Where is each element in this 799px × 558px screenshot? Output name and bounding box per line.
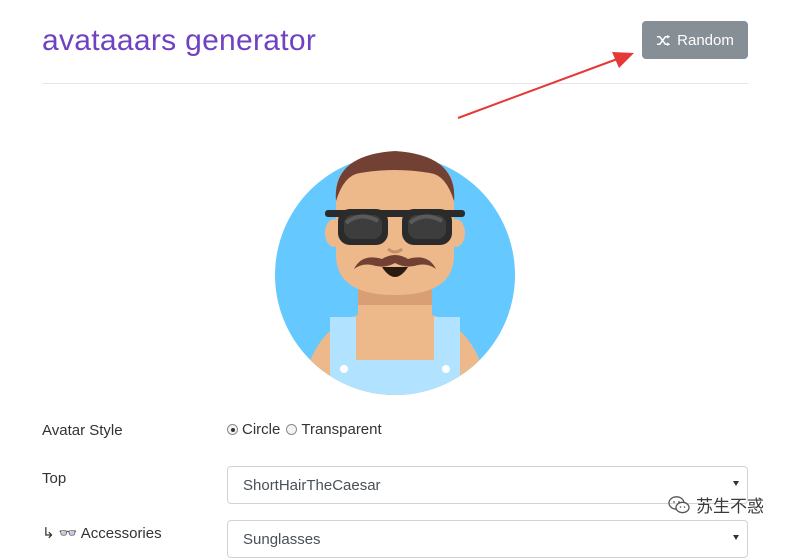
header-divider	[42, 83, 748, 84]
accessories-label: ↳ 👓 Accessories	[42, 525, 162, 542]
shuffle-icon	[657, 34, 671, 46]
wechat-icon	[668, 495, 690, 513]
radio-transparent[interactable]	[286, 424, 298, 435]
radio-transparent-label: Transparent	[301, 421, 382, 438]
watermark: 苏生不惑	[668, 492, 764, 517]
chevron-down-icon	[733, 535, 739, 540]
top-select-value: ShortHairTheCaesar	[243, 476, 381, 494]
accessories-select-value: Sunglasses	[243, 530, 321, 548]
avatar-style-label: Avatar Style	[42, 422, 123, 439]
radio-option-circle[interactable]: Circle	[227, 421, 280, 438]
random-button[interactable]: Random	[642, 21, 748, 59]
radio-option-transparent[interactable]: Transparent	[286, 421, 382, 438]
accessories-select[interactable]: Sunglasses	[227, 520, 748, 558]
random-button-label: Random	[677, 31, 734, 49]
top-label: Top	[42, 470, 67, 487]
radio-circle-label: Circle	[242, 421, 281, 438]
page-title: avataaars generator	[42, 24, 317, 57]
chevron-down-icon	[733, 481, 739, 486]
avatar-style-radio-group: Circle Transparent	[227, 421, 384, 438]
watermark-text: 苏生不惑	[696, 497, 764, 516]
avatar-image	[275, 151, 515, 395]
radio-circle[interactable]	[227, 424, 238, 435]
